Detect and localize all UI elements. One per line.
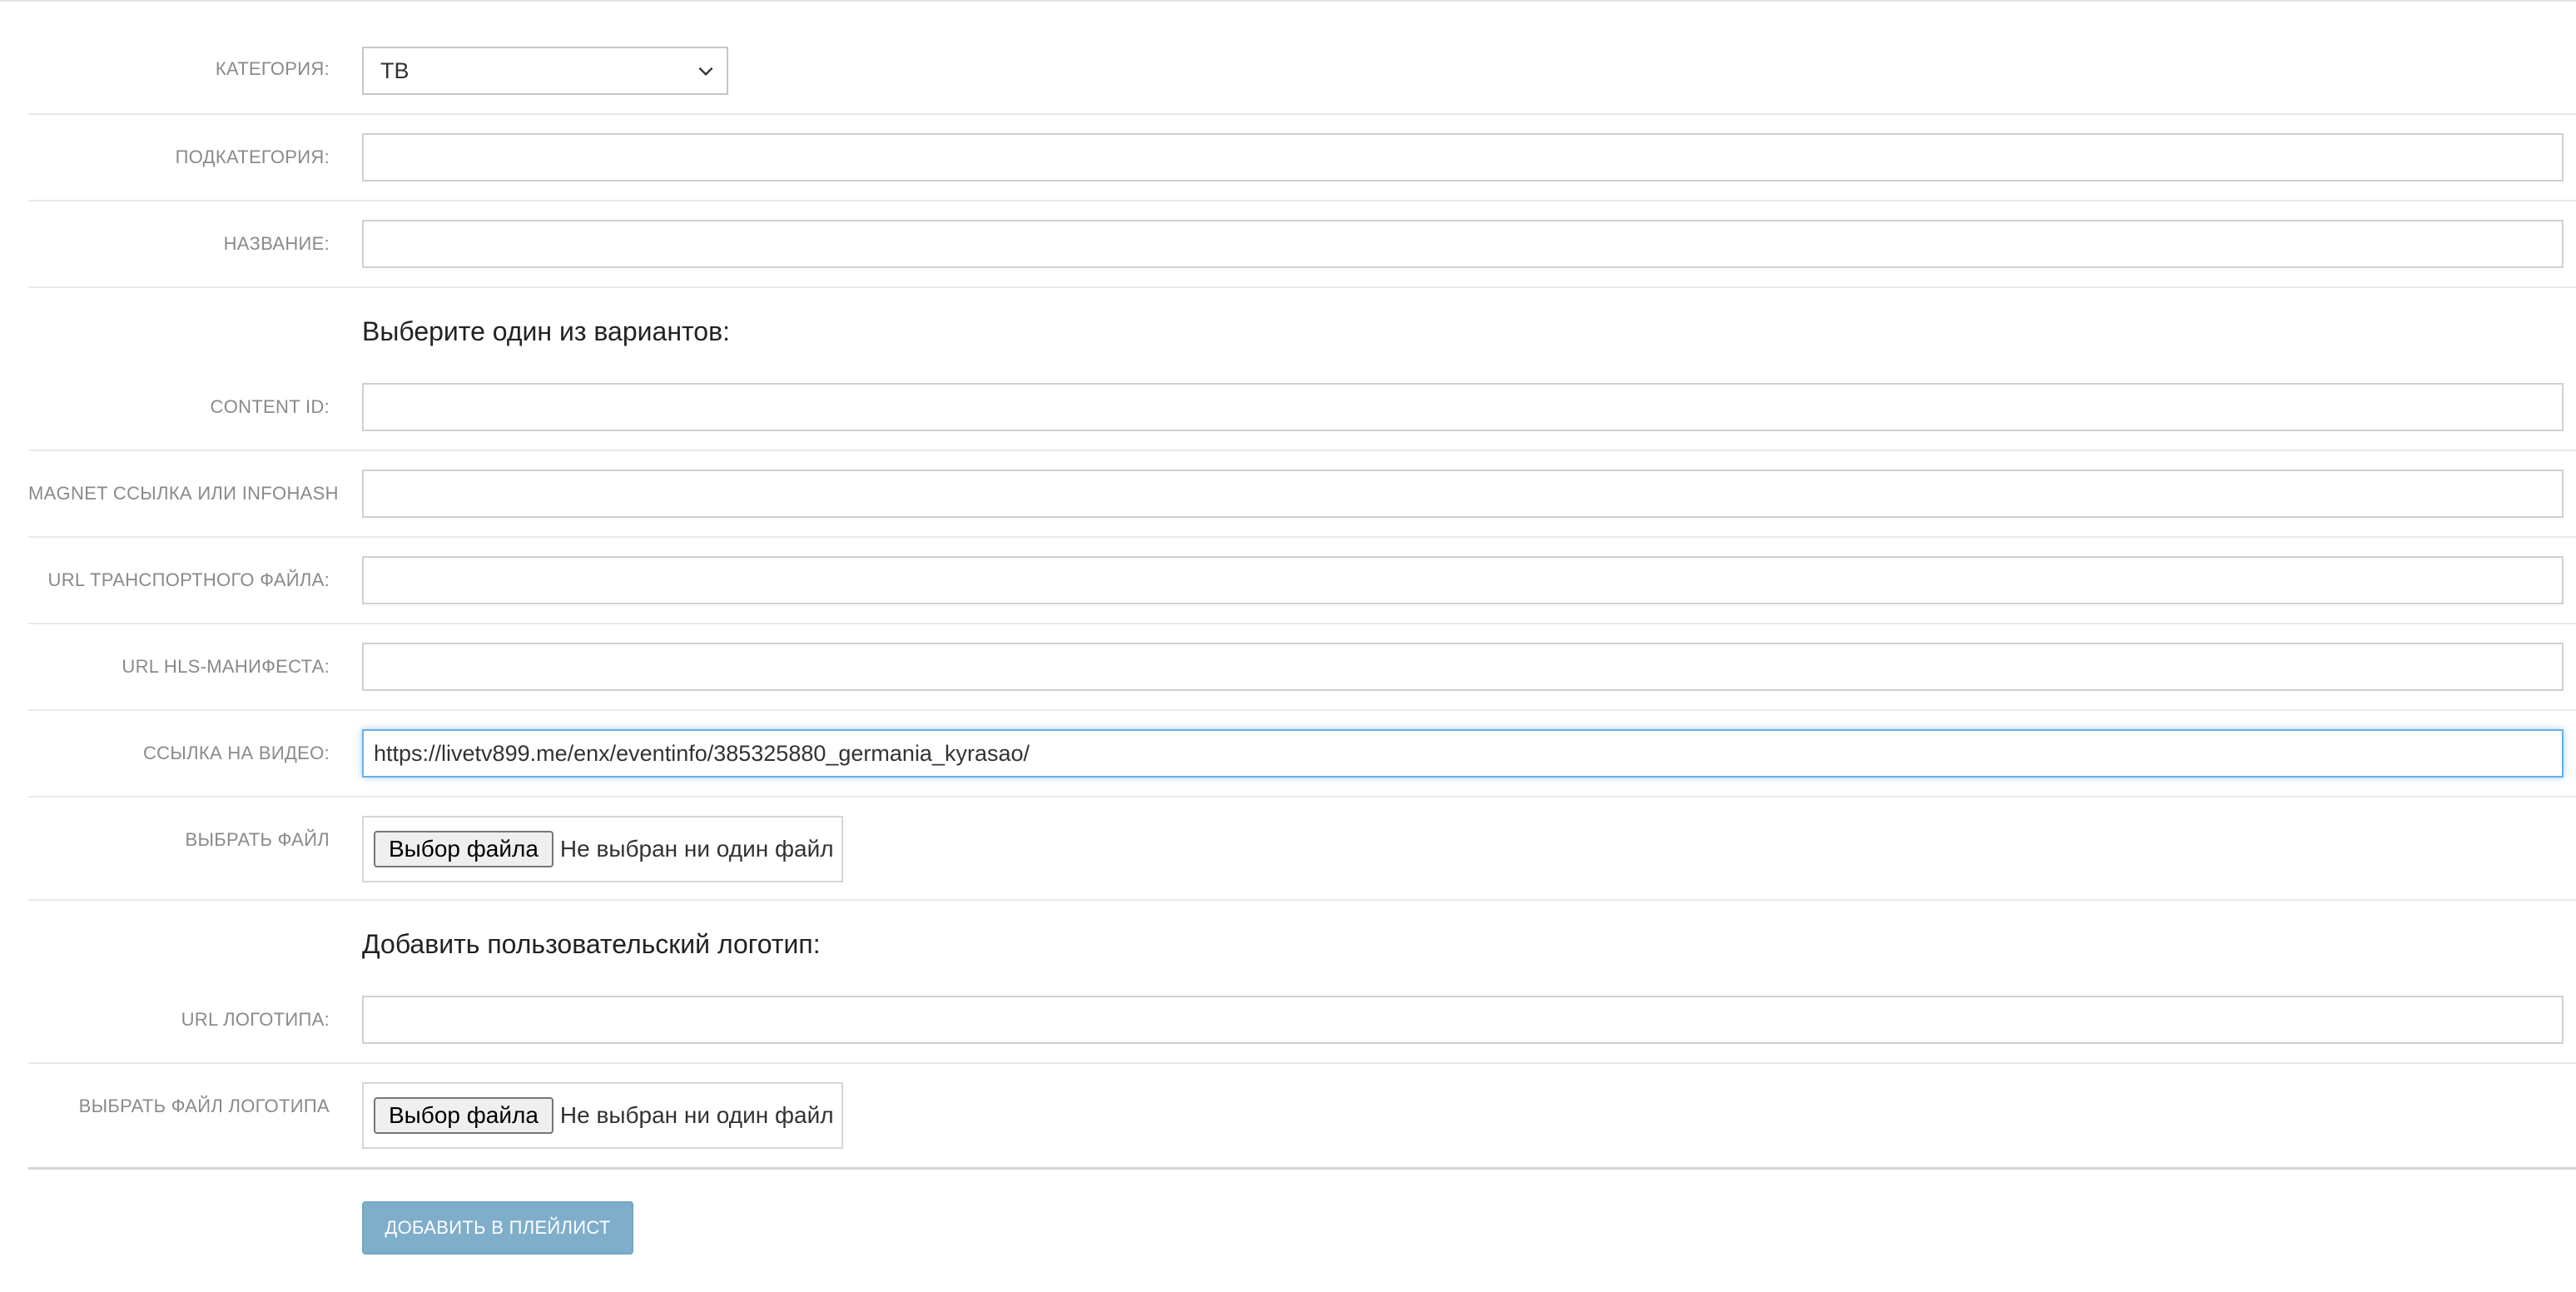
hls-url-row: URL HLS-МАНИФЕСТА: [28, 624, 2576, 711]
hls-url-input[interactable] [362, 643, 2564, 691]
name-label: НАЗВАНИЕ: [223, 233, 330, 254]
custom-logo-heading: Добавить пользовательский логотип: [362, 929, 821, 959]
choose-logo-file-button[interactable]: Выбор файла [374, 1097, 553, 1134]
subcategory-input[interactable] [362, 133, 2564, 181]
logo-url-row: Добавить пользовательский логотип: URL Л… [28, 901, 2576, 1064]
add-to-playlist-button[interactable]: ДОБАВИТЬ В ПЛЕЙЛИСТ [362, 1201, 633, 1255]
name-input[interactable] [362, 220, 2564, 268]
category-select[interactable]: ТВ [362, 47, 728, 95]
file-picker: Выбор файла Не выбран ни один файл [362, 816, 843, 882]
content-id-input[interactable] [362, 383, 2564, 431]
choose-logo-file-row: ВЫБРАТЬ ФАЙЛ ЛОГОТИПА Выбор файла Не выб… [28, 1064, 2576, 1170]
logo-file-status-text: Не выбран ни один файл [559, 1102, 834, 1128]
logo-file-picker: Выбор файла Не выбран ни один файл [362, 1082, 843, 1149]
transport-url-label: URL ТРАНСПОРТНОГО ФАЙЛА: [47, 569, 330, 590]
logo-url-label: URL ЛОГОТИПА: [181, 1009, 330, 1030]
logo-url-input[interactable] [362, 996, 2564, 1044]
choose-file-row: ВЫБРАТЬ ФАЙЛ Выбор файла Не выбран ни од… [28, 798, 2576, 901]
name-row: НАЗВАНИЕ: [28, 201, 2576, 288]
chevron-down-icon [698, 67, 713, 77]
transport-url-input[interactable] [362, 556, 2564, 604]
magnet-row: MAGNET ССЫЛКА ИЛИ INFOHASH [28, 451, 2576, 538]
content-id-label: CONTENT ID: [210, 396, 330, 417]
choose-logo-file-label: ВЫБРАТЬ ФАЙЛ ЛОГОТИПА [78, 1096, 330, 1116]
submit-row: ДОБАВИТЬ В ПЛЕЙЛИСТ [28, 1170, 2576, 1270]
choose-file-button[interactable]: Выбор файла [374, 831, 553, 867]
choose-variant-heading: Выберите один из вариантов: [362, 316, 730, 346]
category-label: КАТЕГОРИЯ: [215, 58, 330, 79]
category-row: КАТЕГОРИЯ: ТВ [28, 2, 2576, 115]
subcategory-row: ПОДКАТЕГОРИЯ: [28, 115, 2576, 201]
choose-file-label: ВЫБРАТЬ ФАЙЛ [185, 829, 330, 850]
hls-url-label: URL HLS-МАНИФЕСТА: [122, 656, 330, 677]
video-link-label: ССЫЛКА НА ВИДЕО: [142, 743, 330, 763]
subcategory-label: ПОДКАТЕГОРИЯ: [175, 147, 330, 167]
magnet-label: MAGNET ССЫЛКА ИЛИ INFOHASH [28, 483, 339, 504]
category-selected-value: ТВ [380, 57, 409, 83]
content-id-row: Выберите один из вариантов: CONTENT ID: [28, 288, 2576, 451]
magnet-input[interactable] [362, 470, 2564, 518]
video-link-row: ССЫЛКА НА ВИДЕО: [28, 711, 2576, 798]
file-status-text: Не выбран ни один файл [559, 836, 834, 862]
video-link-input[interactable] [362, 729, 2564, 778]
transport-url-row: URL ТРАНСПОРТНОГО ФАЙЛА: [28, 538, 2576, 624]
add-to-playlist-form: КАТЕГОРИЯ: ТВ ПОДКАТЕГОРИЯ: НАЗВАНИЕ: Вы… [28, 2, 2576, 1270]
